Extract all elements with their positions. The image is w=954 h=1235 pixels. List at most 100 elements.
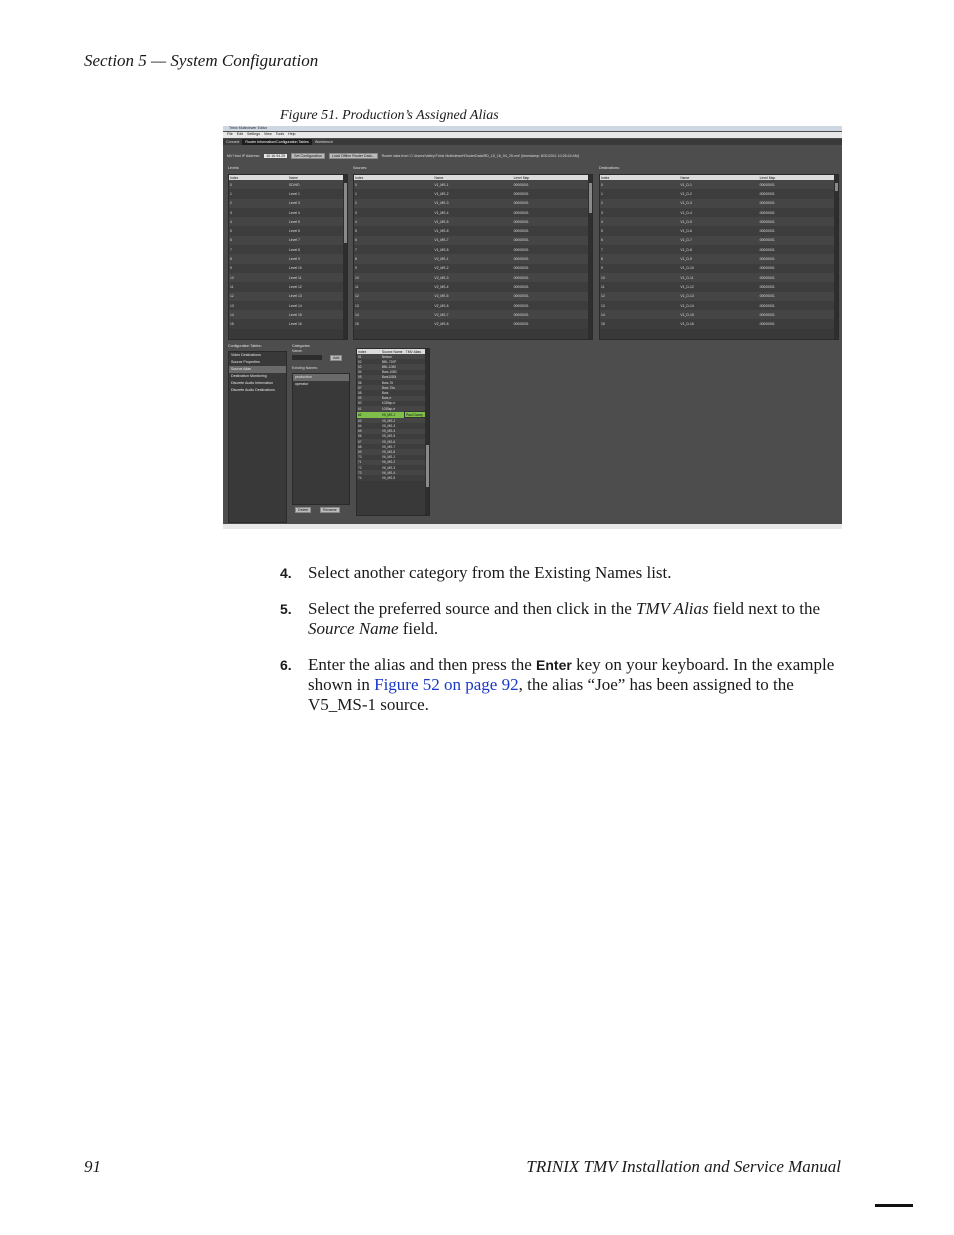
tab[interactable]: Workbench	[312, 139, 336, 145]
table-row[interactable]: 11 V2_MS-4 00000001	[354, 282, 592, 292]
table-row[interactable]: 5 V1_D-6 00000001	[600, 226, 838, 236]
category-name-input[interactable]	[292, 355, 322, 360]
menu-item[interactable]: Tools	[276, 132, 284, 136]
table-row[interactable]: 1 V1_MS-2 00000001	[354, 189, 592, 199]
menu-item[interactable]: Edit	[237, 132, 243, 136]
table-row[interactable]: 14 Level 15	[229, 310, 347, 320]
table-row[interactable]: 12 V2_MS-5 00000001	[354, 291, 592, 301]
levels-scrollbar[interactable]	[343, 175, 347, 339]
ip-input[interactable]: 10.16.94.25	[264, 154, 288, 158]
table-cell: 3	[229, 207, 288, 218]
existing-names-label: Existing Names:	[292, 366, 318, 370]
menu-item[interactable]: Help	[288, 132, 295, 136]
config-table-item[interactable]: Source Properties	[229, 359, 286, 366]
table-row[interactable]: 12 Level 13	[229, 291, 347, 301]
config-table-item[interactable]: Source Alias	[229, 366, 286, 373]
menu-item[interactable]: Settings	[247, 132, 260, 136]
tab[interactable]: Connect	[223, 139, 242, 145]
menu-item[interactable]: View	[264, 132, 272, 136]
table-row[interactable]: 3 Level 4	[229, 207, 347, 218]
destinations-scrollbar[interactable]	[834, 175, 838, 339]
table-cell: 10	[600, 272, 680, 283]
table-row[interactable]: 1 Level 1	[229, 189, 347, 199]
table-row[interactable]: 3 V1_MS-4 00000001	[354, 207, 592, 218]
config-table-item[interactable]: Video Destinations	[229, 352, 286, 359]
menu-item[interactable]: File	[227, 132, 233, 136]
add-category-button[interactable]: Add	[330, 355, 343, 361]
table-row[interactable]: 3 V1_D-4 00000001	[600, 207, 838, 218]
table-row[interactable]: 9 V1_D-10 00000001	[600, 263, 838, 273]
delete-category-button[interactable]: Delete	[295, 507, 312, 513]
load-offline-router-data-button[interactable]: Load Offline Router Data...	[328, 153, 378, 159]
table-cell: V1_MS-4	[433, 207, 513, 218]
table-row[interactable]: 13 Level 14	[229, 300, 347, 311]
table-row[interactable]: 0 SD/HD	[229, 180, 347, 190]
table-row[interactable]: 13 V2_MS-6 00000001	[354, 300, 592, 311]
table-row[interactable]: 9 V2_MS-2 00000001	[354, 263, 592, 273]
table-row[interactable]: 2 Level 3	[229, 198, 347, 208]
table-row[interactable]: 7 Level 8	[229, 245, 347, 255]
table-cell: 00000001	[512, 300, 592, 311]
table-row[interactable]: 4 V1_MS-5 00000001	[354, 217, 592, 227]
rename-category-button[interactable]: Rename	[320, 507, 340, 513]
table-row[interactable]: 7 V1_MS-8 00000001	[354, 245, 592, 255]
table-row[interactable]: 5 V1_MS-6 00000001	[354, 226, 592, 236]
alias-scrollbar[interactable]	[425, 349, 429, 515]
step: 6. Enter the alias and then press the Ent…	[280, 655, 855, 715]
table-row[interactable]: 9 Level 10	[229, 263, 347, 273]
table-row[interactable]: 8 V2_MS-1 00000001	[354, 254, 592, 264]
table-cell: 00000001	[512, 207, 592, 218]
config-table-item[interactable]: Destination Monitoring	[229, 373, 286, 380]
step-text: field.	[398, 619, 439, 638]
table-row[interactable]: 6 Level 7	[229, 235, 347, 246]
table-row[interactable]: 8 Level 9	[229, 254, 347, 264]
table-row[interactable]: 10 V2_MS-3 00000001	[354, 272, 592, 283]
table-cell: Level 3	[288, 198, 347, 208]
table-cell: 00000001	[758, 263, 838, 273]
table-row[interactable]: 15 V1_D-16 00000001	[600, 319, 838, 329]
table-row[interactable]: 11 Level 12	[229, 282, 347, 292]
existing-name-item[interactable]: operator	[293, 381, 349, 388]
table-row[interactable]: 6 V1_MS-7 00000001	[354, 235, 592, 246]
table-row[interactable]: 74 V6_MS-5	[357, 475, 429, 481]
table-row[interactable]: 10 Level 11	[229, 272, 347, 283]
table-row[interactable]: 2 V1_D-3 00000001	[600, 198, 838, 208]
table-row[interactable]: 7 V1_D-8 00000001	[600, 245, 838, 255]
table-cell: Level 16	[288, 319, 347, 329]
table-row[interactable]: 0 V1_D-1 00000001	[600, 180, 838, 190]
table-row[interactable]: 5 Level 6	[229, 226, 347, 236]
table-row[interactable]: 0 V1_MS-1 00000001	[354, 180, 592, 190]
table-row[interactable]: 12 V1_D-13 00000001	[600, 291, 838, 301]
sources-scrollbar[interactable]	[588, 175, 592, 339]
tab[interactable]: Router Information/Configuration Tables	[242, 139, 312, 145]
existing-name-item[interactable]: production	[293, 374, 349, 381]
table-cell: Level 12	[288, 282, 347, 292]
table-row[interactable]: 6 V1_D-7 00000001	[600, 235, 838, 246]
table-row[interactable]: 11 V1_D-12 00000001	[600, 282, 838, 292]
table-row[interactable]: 14 V2_MS-7 00000001	[354, 310, 592, 320]
table-row[interactable]: 8 V1_D-9 00000001	[600, 254, 838, 264]
table-cell: Level 14	[288, 300, 347, 311]
table-cell: V2_MS-5	[433, 291, 513, 301]
column-header[interactable]: Source Name	[380, 349, 405, 354]
set-configuration-button[interactable]: Set Configuration	[291, 153, 325, 159]
table-row[interactable]: 15 Level 16	[229, 319, 347, 329]
table-cell: V1_D-10	[679, 263, 759, 273]
table-cell: 11	[354, 282, 434, 292]
table-row[interactable]: 10 V1_D-11 00000001	[600, 272, 838, 283]
table-row[interactable]: 14 V1_D-15 00000001	[600, 310, 838, 320]
table-row[interactable]: 13 V1_D-14 00000001	[600, 300, 838, 311]
table-row[interactable]: 2 V1_MS-3 00000001	[354, 198, 592, 208]
table-cell: 3	[354, 207, 434, 218]
table-row[interactable]: 4 V1_D-5 00000001	[600, 217, 838, 227]
figure-link[interactable]: Figure 52 on page 92	[374, 675, 518, 694]
table-cell: 00000001	[758, 180, 838, 190]
config-table-item[interactable]: Discrete Audio Information	[229, 380, 286, 387]
table-cell: 14	[354, 310, 434, 320]
table-cell: 1	[600, 189, 680, 199]
table-row[interactable]: 4 Level 5	[229, 217, 347, 227]
destinations-panel: Index Name Level Map 0 V1_D-1 00000001 1 V1_D-2…	[599, 174, 839, 340]
table-row[interactable]: 15 V2_MS-8 00000001	[354, 319, 592, 329]
config-table-item[interactable]: Discrete Audio Destinations	[229, 387, 286, 394]
table-row[interactable]: 1 V1_D-2 00000001	[600, 189, 838, 199]
